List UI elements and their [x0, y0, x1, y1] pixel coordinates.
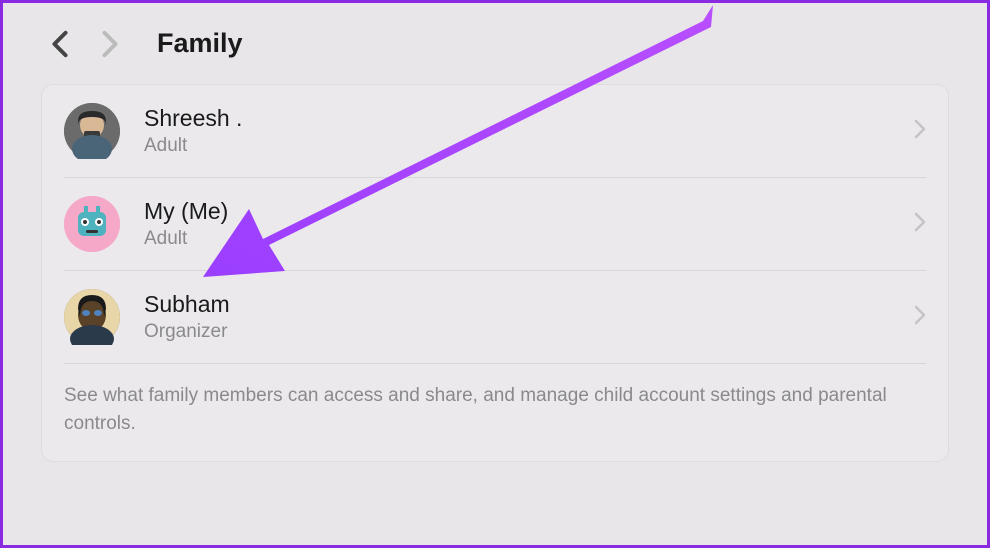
member-row[interactable]: Shreesh . Adult [64, 85, 926, 178]
family-panel: Shreesh . Adult My (Me) Adu [41, 84, 949, 462]
avatar [64, 289, 120, 345]
member-name: Subham [144, 290, 914, 320]
forward-button[interactable] [101, 30, 119, 58]
member-name: Shreesh . [144, 104, 914, 134]
member-name: My (Me) [144, 197, 914, 227]
avatar [64, 103, 120, 159]
footer-description: See what family members can access and s… [64, 364, 926, 461]
page-title: Family [157, 28, 243, 59]
chevron-right-icon [914, 119, 926, 144]
avatar [64, 196, 120, 252]
chevron-right-icon [914, 212, 926, 237]
member-info: Shreesh . Adult [144, 104, 914, 159]
member-role: Adult [144, 134, 914, 159]
member-info: My (Me) Adult [144, 197, 914, 252]
back-button[interactable] [51, 30, 69, 58]
member-info: Subham Organizer [144, 290, 914, 345]
member-role: Adult [144, 227, 914, 252]
member-role: Organizer [144, 320, 914, 345]
header-bar: Family [3, 3, 987, 74]
chevron-right-icon [914, 305, 926, 330]
member-row[interactable]: Subham Organizer [64, 271, 926, 364]
member-row[interactable]: My (Me) Adult [64, 178, 926, 271]
